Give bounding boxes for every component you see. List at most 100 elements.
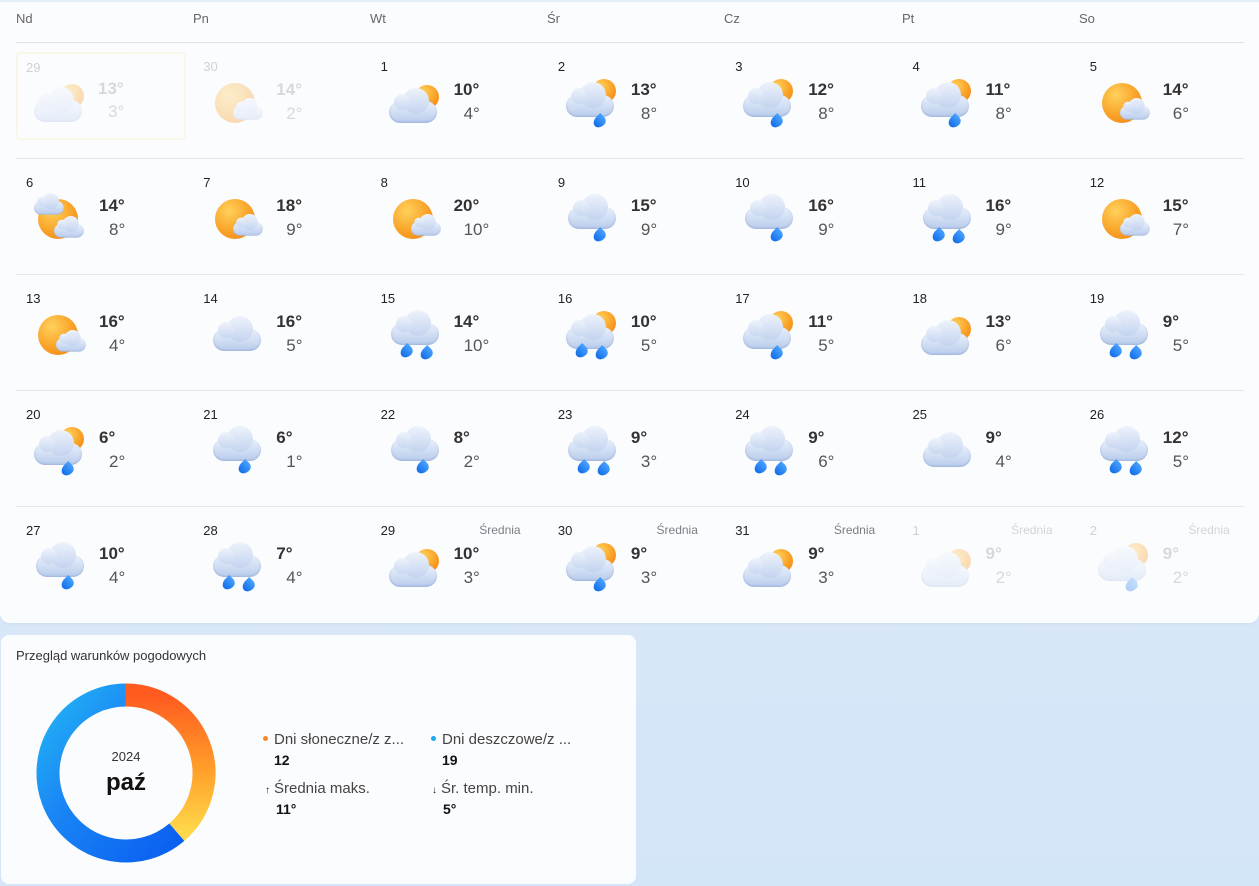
sun-rain-icon (564, 77, 620, 130)
temp-low: 4° (286, 568, 303, 587)
temp-low: 6° (818, 452, 835, 471)
day-cell[interactable]: 2 13° 8° (548, 43, 723, 159)
cloud-rain-icon (741, 193, 797, 245)
day-cell[interactable]: 3 12° 8° (725, 43, 900, 159)
average-label: Średnia (1011, 523, 1053, 537)
cloud-shape (1119, 213, 1150, 236)
day-cell[interactable]: 29 13° 3° (16, 52, 186, 140)
temp-high: 12° (808, 80, 834, 99)
weather-donut-chart: 2024 paź (36, 683, 216, 863)
cloud-shape (213, 316, 262, 351)
day-cell[interactable]: 7 18° 9° (193, 159, 368, 275)
cloud-rain-icon (564, 193, 620, 245)
day-cell[interactable]: 30 Średnia 9° 3° (548, 507, 723, 623)
cloud-shape (920, 552, 969, 587)
sunny-cloud-icon (1096, 77, 1152, 129)
cloud-heavy-rain-icon (1096, 425, 1152, 478)
day-cell[interactable]: 8 20° 10° (371, 159, 546, 275)
temp-low: 9° (640, 220, 658, 239)
temp-high: 20° (453, 196, 480, 215)
weekday-wed: Śr (547, 11, 560, 26)
day-cell[interactable]: 23 9° 3° (548, 391, 723, 507)
cloud-shape (565, 546, 614, 581)
cloud-rain-icon (387, 425, 443, 477)
temp-high: 14° (453, 312, 480, 331)
day-cell[interactable]: 29 Średnia 10° 3° (371, 507, 546, 623)
day-cell[interactable]: 25 9° 4° (903, 391, 1078, 507)
cloud-shape (410, 213, 441, 236)
day-cell[interactable]: 20 6° 2° (16, 391, 191, 507)
day-cell[interactable]: 5 14° 6° (1080, 43, 1255, 159)
temp-high: 10° (453, 80, 480, 99)
average-label: Średnia (479, 523, 521, 537)
temp-high: 9° (985, 544, 1002, 563)
day-number: 20 (26, 407, 41, 422)
day-cell[interactable]: 1 10° 4° (371, 43, 546, 159)
rain-drop (1106, 343, 1124, 360)
day-number: 1 (912, 523, 920, 538)
partly-cloudy-icon (387, 77, 443, 129)
day-cell[interactable]: 6 14° 8° (16, 159, 191, 275)
cloud-shape (920, 82, 969, 117)
day-cell[interactable]: 15 14° 10° (371, 275, 546, 391)
day-cell[interactable]: 11 16° 9° (903, 159, 1078, 275)
day-number: 2 (1089, 523, 1098, 538)
donut-month: paź (105, 769, 146, 796)
day-cell[interactable]: 1 Średnia 9° 2° (903, 507, 1078, 623)
avg-max-value: 11° (276, 801, 297, 817)
day-cell[interactable]: 4 11° 8° (903, 43, 1078, 159)
day-number: 4 (912, 59, 920, 74)
cloud-shape (922, 432, 971, 467)
day-cell[interactable]: 10 16° 9° (725, 159, 900, 275)
day-cell[interactable]: 19 9° 5° (1080, 275, 1255, 391)
day-cell[interactable]: 31 Średnia 9° 3° (725, 507, 900, 623)
weekday-header: Nd Pn Wt Śr Cz Pt So (0, 2, 1259, 42)
rainy-days-label: Dni deszczowe/z ... (442, 731, 572, 748)
day-cell[interactable]: 9 15° 9° (548, 159, 723, 275)
temp-high: 6° (99, 428, 116, 447)
rain-drop (59, 575, 76, 592)
rain-drop (752, 459, 770, 476)
day-number: 11 (912, 175, 927, 190)
day-cell[interactable]: 17 11° 5° (725, 275, 900, 391)
temp-high: 9° (985, 428, 1002, 447)
overview-title: Przegląd warunków pogodowych (16, 648, 207, 663)
sunny-cloud-icon (209, 77, 265, 129)
day-number: 5 (1089, 59, 1098, 74)
day-cell[interactable]: 24 9° 6° (725, 391, 900, 507)
temp-high: 9° (808, 544, 825, 563)
sun-clouds-icon (32, 192, 88, 245)
cloud-shape (743, 552, 792, 587)
day-cell[interactable]: 28 7° 4° (193, 507, 368, 623)
day-cell[interactable]: 2 Średnia 9° 2° (1080, 507, 1255, 623)
day-number: 8 (380, 175, 388, 190)
temp-high: 15° (630, 196, 657, 215)
sunny-legend-dot (263, 735, 268, 741)
weekday-mon: Pn (193, 11, 209, 26)
day-cell[interactable]: 27 10° 4° (16, 507, 191, 623)
day-cell[interactable]: 14 16° 5° (193, 275, 368, 391)
stat-avg-min: ↓ Śr. temp. min. 5° (432, 780, 534, 817)
temp-low: 3° (108, 102, 125, 121)
day-number: 14 (203, 291, 218, 306)
day-cell[interactable]: 18 13° 6° (903, 275, 1078, 391)
day-number: 26 (1089, 407, 1105, 422)
cloud-shape (1119, 97, 1150, 120)
temp-low: 8° (995, 104, 1012, 123)
day-cell[interactable]: 21 6° 1° (193, 391, 368, 507)
day-cell[interactable]: 30 14° 2° (193, 43, 368, 159)
sun-rain-icon (32, 425, 88, 478)
day-number: 24 (735, 407, 750, 422)
temp-high: 7° (276, 544, 293, 563)
rain-drop (1126, 345, 1144, 362)
temp-low: 4° (995, 452, 1012, 471)
day-cell[interactable]: 12 15° 7° (1080, 159, 1255, 275)
rain-drop (236, 459, 254, 476)
day-cell[interactable]: 22 8° 2° (371, 391, 546, 507)
day-cell[interactable]: 16 10° 5° (548, 275, 723, 391)
cloud-heavy-rain-icon (564, 425, 620, 478)
day-cell[interactable]: 26 12° 5° (1080, 391, 1255, 507)
day-cell[interactable]: 13 16° 4° (16, 275, 191, 391)
temp-high: 11° (808, 312, 833, 331)
cloud-shape (34, 192, 64, 215)
